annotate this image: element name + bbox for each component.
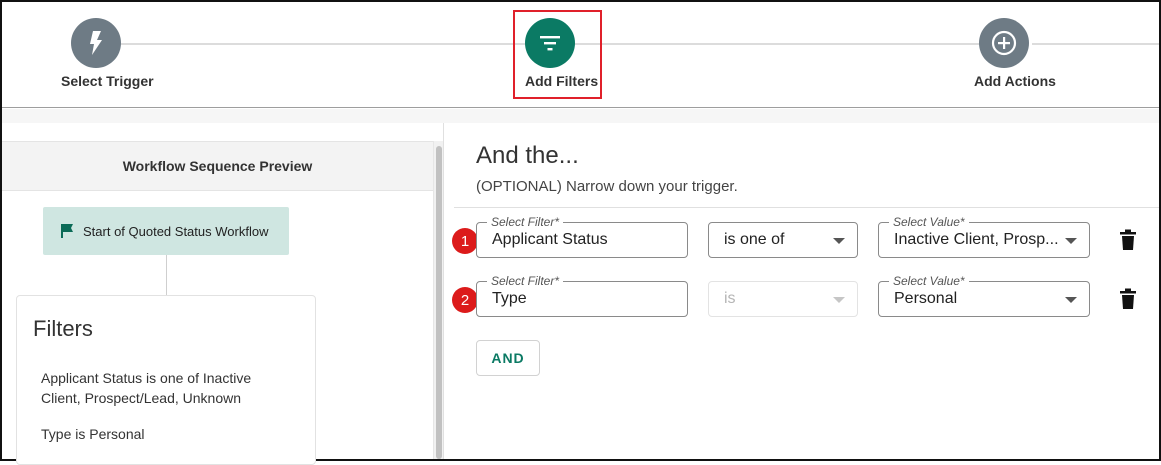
plus-circle-icon	[991, 30, 1017, 56]
step-select-trigger-label[interactable]: Select Trigger	[61, 73, 154, 89]
operator-select-2[interactable]: is	[708, 281, 858, 317]
trash-icon[interactable]	[1119, 229, 1137, 251]
select-value-value-2: Personal	[894, 290, 958, 307]
node-connector	[166, 255, 167, 295]
select-filter-label-1: Select Filter*	[487, 215, 564, 229]
and-button[interactable]: AND	[476, 340, 540, 376]
preview-scrollbar[interactable]	[433, 141, 443, 459]
step-add-actions-label[interactable]: Add Actions	[974, 73, 1056, 89]
select-filter-value-1: Applicant Status	[492, 231, 608, 248]
page-subheading: (OPTIONAL) Narrow down your trigger.	[476, 178, 738, 195]
preview-scrollbar-thumb[interactable]	[436, 146, 442, 459]
step-select-trigger-button[interactable]	[71, 18, 121, 68]
lightning-icon	[90, 31, 102, 55]
select-filter-label-2: Select Filter*	[487, 274, 564, 288]
content-gap	[2, 109, 1159, 123]
active-step-highlight	[513, 10, 602, 99]
select-filter-value-2: Type	[492, 290, 527, 307]
start-workflow-node[interactable]: Start of Quoted Status Workflow	[43, 207, 289, 255]
select-filter-field-1[interactable]: Select Filter* Applicant Status	[476, 215, 688, 258]
filters-card-title: Filters	[33, 316, 93, 341]
select-value-field-1[interactable]: Select Value* Inactive Client, Prosp...	[878, 215, 1090, 258]
step-number-badge-2: 2	[452, 287, 478, 313]
filter-summary-1: Applicant Status is one of Inactive Clie…	[41, 370, 252, 406]
select-filter-field-2[interactable]: Select Filter* Type	[476, 274, 688, 317]
start-node-label: Start of Quoted Status Workflow	[83, 223, 269, 239]
step-add-actions-button[interactable]	[979, 18, 1029, 68]
flag-icon	[59, 223, 75, 239]
select-value-label-2: Select Value*	[889, 274, 969, 288]
select-value-label-1: Select Value*	[889, 215, 969, 229]
operator-value-1: is one of	[724, 231, 785, 248]
operator-value-2: is	[724, 290, 736, 307]
chevron-down-icon	[833, 297, 845, 303]
page-heading: And the...	[476, 142, 579, 169]
step-number-badge-1: 1	[452, 228, 478, 254]
chevron-down-icon	[833, 238, 845, 244]
select-value-value-1: Inactive Client, Prosp...	[894, 231, 1059, 248]
filters-preview-card[interactable]: Filters Applicant Status is one of Inact…	[16, 295, 316, 465]
trash-icon[interactable]	[1119, 288, 1137, 310]
operator-select-1[interactable]: is one of	[708, 222, 858, 258]
select-value-field-2[interactable]: Select Value* Personal	[878, 274, 1090, 317]
workflow-preview-panel: Workflow Sequence Preview Start of Quote…	[2, 123, 443, 465]
preview-header: Workflow Sequence Preview	[2, 141, 433, 191]
filter-summary-2: Type is Personal	[41, 426, 145, 442]
section-divider	[454, 207, 1159, 208]
stepper-track-end	[1032, 43, 1159, 45]
chevron-down-icon	[1065, 297, 1077, 303]
chevron-down-icon	[1065, 238, 1077, 244]
panel-divider	[443, 123, 444, 459]
